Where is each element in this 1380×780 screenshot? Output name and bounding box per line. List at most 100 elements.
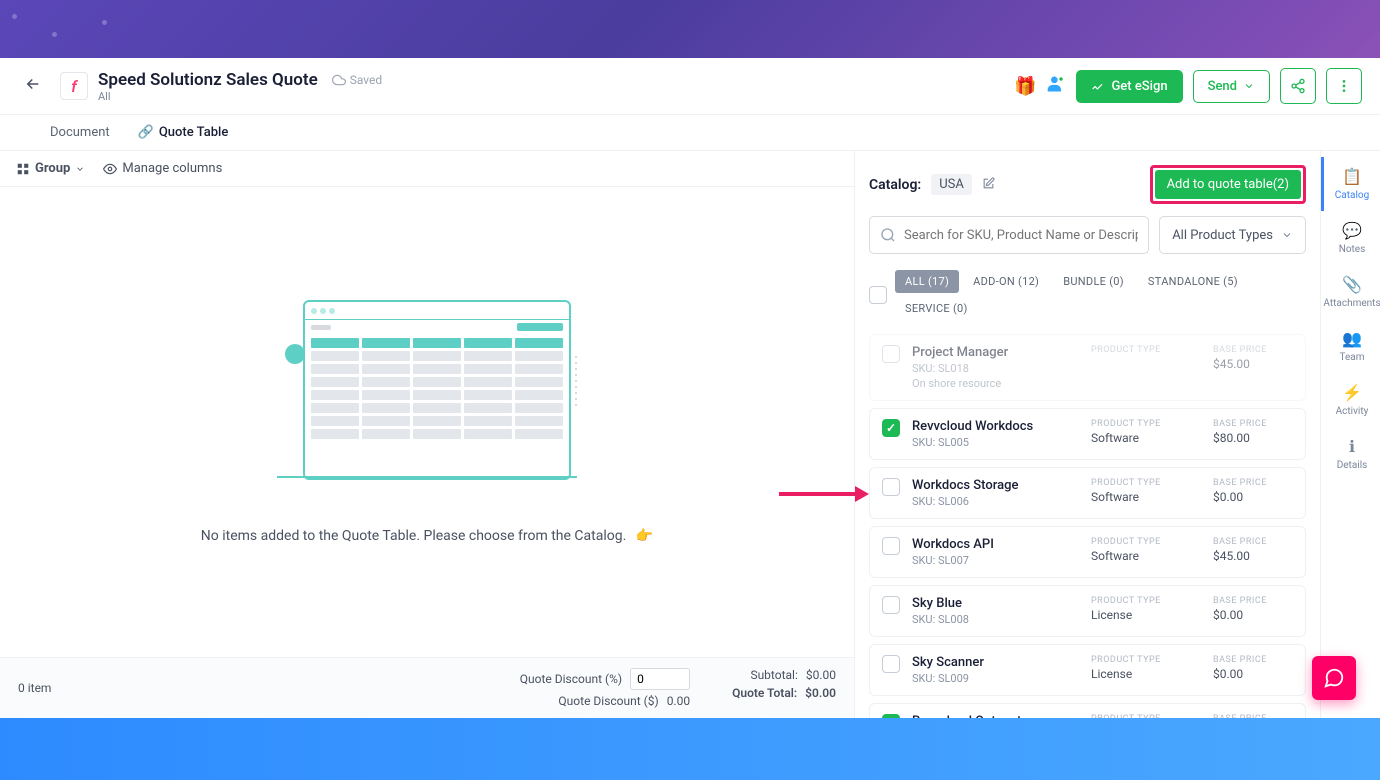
product-row[interactable]: Sky Scanner SKU: SL009 PRODUCT TYPE Lice… xyxy=(869,644,1306,696)
document-type-icon: f xyxy=(60,72,88,100)
product-checkbox[interactable] xyxy=(882,655,900,673)
header: f Speed Solutionz Sales Quote Saved All … xyxy=(0,58,1380,115)
base-price-label: BASE PRICE xyxy=(1213,537,1293,547)
bottom-gradient-bar xyxy=(0,718,1380,780)
product-checkbox[interactable] xyxy=(882,537,900,555)
product-row[interactable]: Workdocs API SKU: SL007 PRODUCT TYPE Sof… xyxy=(869,526,1306,578)
product-row[interactable]: Revvcloud Workdocs SKU: SL005 PRODUCT TY… xyxy=(869,408,1306,460)
tab-quote-table[interactable]: 🔗 Quote Table xyxy=(138,115,229,150)
discount-amt-label: Quote Discount ($) xyxy=(558,694,658,708)
product-list: Project Manager SKU: SL018 On shore reso… xyxy=(869,334,1306,718)
catalog-icon: 📋 xyxy=(1342,167,1362,186)
rail-item-catalog[interactable]: 📋Catalog xyxy=(1321,157,1380,211)
product-type-label: PRODUCT TYPE xyxy=(1091,345,1201,355)
product-checkbox[interactable] xyxy=(882,478,900,496)
get-esign-button[interactable]: Get eSign xyxy=(1076,70,1182,103)
select-all-checkbox[interactable] xyxy=(869,286,887,304)
team-icon: 👥 xyxy=(1342,329,1362,348)
catalog-region[interactable]: USA xyxy=(931,174,972,195)
product-checkbox[interactable] xyxy=(882,419,900,437)
add-to-quote-button[interactable]: Add to quote table(2) xyxy=(1155,170,1301,199)
product-name: Sky Scanner xyxy=(912,655,1079,670)
add-user-icon[interactable] xyxy=(1046,74,1066,99)
product-price: $45.00 xyxy=(1213,357,1293,371)
tabs: Document 🔗 Quote Table xyxy=(0,115,1380,151)
cloud-icon xyxy=(332,73,346,87)
product-sku: SKU: SL006 xyxy=(912,495,1079,508)
subtotal-label: Subtotal: xyxy=(750,668,797,682)
product-checkbox[interactable] xyxy=(882,345,900,363)
send-button[interactable]: Send xyxy=(1193,70,1270,103)
product-type: Software xyxy=(1091,549,1201,563)
rail-item-activity[interactable]: ⚡Activity xyxy=(1321,373,1380,427)
filter-pill[interactable]: BUNDLE (0) xyxy=(1053,270,1134,293)
product-name: Workdocs API xyxy=(912,537,1079,552)
filter-pills: ALL (17)ADD-ON (12)BUNDLE (0)STANDALONE … xyxy=(895,270,1306,320)
search-box[interactable] xyxy=(869,216,1149,254)
add-to-quote-highlight: Add to quote table(2) xyxy=(1150,165,1306,204)
item-count: 0 item xyxy=(18,681,520,695)
product-price: $80.00 xyxy=(1213,431,1293,445)
chevron-down-icon xyxy=(1243,80,1255,92)
chevron-down-icon xyxy=(1281,229,1293,241)
product-type: License xyxy=(1091,608,1201,622)
rail-item-details[interactable]: ℹDetails xyxy=(1321,427,1380,481)
share-button[interactable] xyxy=(1280,68,1316,104)
catalog-panel: Catalog: USA Add to quote table(2) xyxy=(855,151,1320,718)
product-sku: SKU: SL008 xyxy=(912,613,1079,626)
tab-document[interactable]: Document xyxy=(50,115,110,150)
notes-icon: 💬 xyxy=(1342,221,1362,240)
base-price-label: BASE PRICE xyxy=(1213,345,1293,355)
discount-amt-value: 0.00 xyxy=(667,694,690,708)
empty-message: No items added to the Quote Table. Pleas… xyxy=(201,528,653,544)
product-type-select[interactable]: All Product Types xyxy=(1159,216,1306,254)
product-price: $0.00 xyxy=(1213,667,1293,681)
rail-item-team[interactable]: 👥Team xyxy=(1321,319,1380,373)
product-name: Workdocs Storage xyxy=(912,478,1079,493)
base-price-label: BASE PRICE xyxy=(1213,419,1293,429)
product-price: $0.00 xyxy=(1213,490,1293,504)
chat-icon xyxy=(1323,667,1345,689)
product-row[interactable]: Project Manager SKU: SL018 On shore reso… xyxy=(869,334,1306,401)
rail-item-attachments[interactable]: 📎Attachments xyxy=(1321,265,1380,319)
filter-pill[interactable]: STANDALONE (5) xyxy=(1138,270,1248,293)
side-rail: 📋Catalog💬Notes📎Attachments👥Team⚡Activity… xyxy=(1320,151,1380,718)
chevron-down-icon xyxy=(75,164,85,174)
filter-pill[interactable]: ALL (17) xyxy=(895,270,959,293)
product-type: Software xyxy=(1091,431,1201,445)
product-row[interactable]: Workdocs Storage SKU: SL006 PRODUCT TYPE… xyxy=(869,467,1306,519)
product-sku: SKU: SL009 xyxy=(912,672,1079,685)
base-price-label: BASE PRICE xyxy=(1213,655,1293,665)
link-icon: 🔗 xyxy=(138,125,154,140)
filter-pill[interactable]: ADD-ON (12) xyxy=(963,270,1049,293)
product-name: Revvcloud Workdocs xyxy=(912,419,1079,434)
rail-item-notes[interactable]: 💬Notes xyxy=(1321,211,1380,265)
search-input[interactable] xyxy=(904,228,1138,243)
more-button[interactable] xyxy=(1326,68,1362,104)
product-row[interactable]: Sky Blue SKU: SL008 PRODUCT TYPE License… xyxy=(869,585,1306,637)
back-button[interactable] xyxy=(18,69,48,103)
share-icon xyxy=(1290,78,1306,94)
product-price: $0.00 xyxy=(1213,608,1293,622)
edit-catalog-icon[interactable] xyxy=(982,177,995,193)
group-dropdown[interactable]: Group xyxy=(16,161,85,176)
eye-icon xyxy=(103,162,117,176)
group-icon xyxy=(16,162,30,176)
total-value: $0.00 xyxy=(805,686,836,700)
activity-icon: ⚡ xyxy=(1342,383,1362,402)
app-window: f Speed Solutionz Sales Quote Saved All … xyxy=(0,58,1380,718)
discount-pct-input[interactable] xyxy=(630,668,690,690)
chat-fab[interactable] xyxy=(1312,656,1356,700)
manage-columns-button[interactable]: Manage columns xyxy=(103,161,222,176)
base-price-label: BASE PRICE xyxy=(1213,478,1293,488)
gift-icon[interactable]: 🎁 xyxy=(1014,76,1036,97)
product-type-label: PRODUCT TYPE xyxy=(1091,537,1201,547)
product-sku: SKU: SL007 xyxy=(912,554,1079,567)
filter-pill[interactable]: SERVICE (0) xyxy=(895,297,978,320)
subtotal-value: $0.00 xyxy=(806,668,836,682)
annotation-arrow xyxy=(779,492,859,496)
search-icon xyxy=(880,227,896,243)
product-row[interactable]: Revvcloud Outposts SKU: SL001 PRODUCT TY… xyxy=(869,703,1306,718)
product-checkbox[interactable] xyxy=(882,596,900,614)
product-type-label: PRODUCT TYPE xyxy=(1091,596,1201,606)
